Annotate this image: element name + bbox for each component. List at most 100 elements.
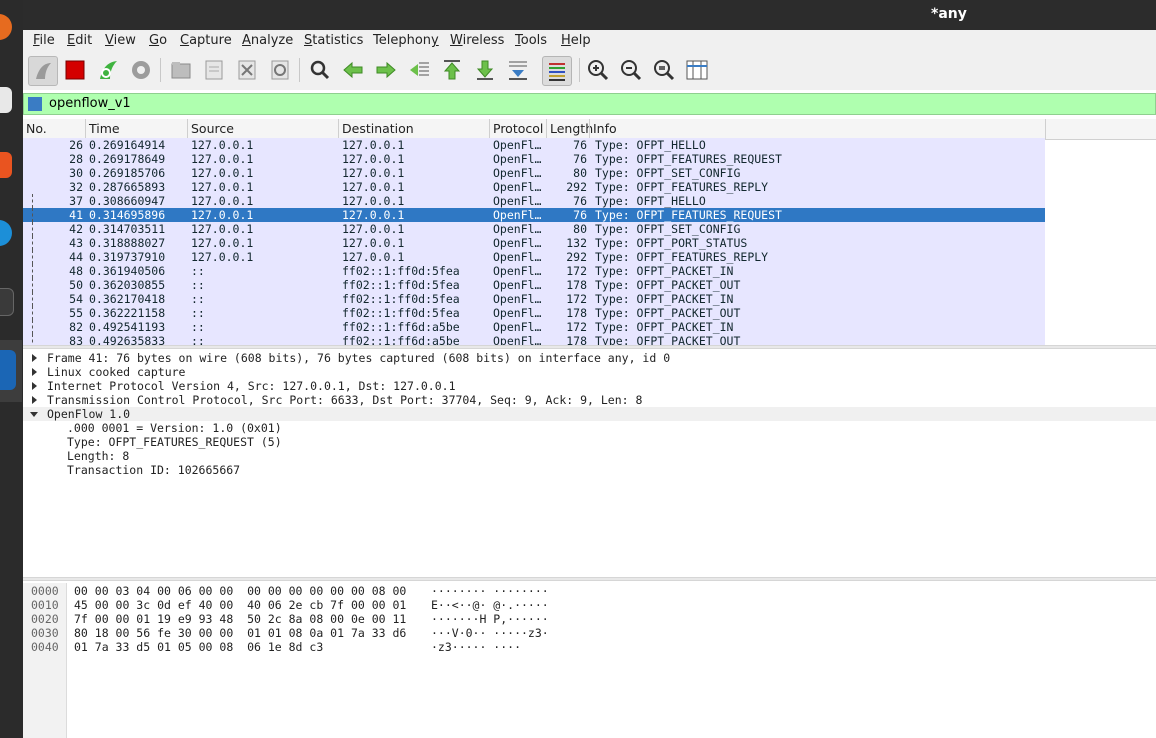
- packet-row[interactable]: 37 0.308660947 127.0.0.1 127.0.0.1 OpenFl… 76…: [23, 194, 1045, 208]
- column-header-protocol[interactable]: Protocol: [493, 121, 543, 136]
- packet-row[interactable]: 32 0.287665893 127.0.0.1 127.0.0.1 OpenFl… 29…: [23, 180, 1045, 194]
- menu-go[interactable]: Go: [149, 33, 167, 48]
- packet-bytes[interactable]: 0000 00 00 03 04 00 06 00 00 00 00 00 00 …: [23, 583, 1156, 738]
- packet-row-selected[interactable]: 41 0.314695896 127.0.0.1 127.0.0.1 OpenFl… 76…: [23, 208, 1045, 222]
- restart-capture-icon[interactable]: [94, 56, 122, 84]
- tree-field[interactable]: Type: OFPT_FEATURES_REQUEST (5): [67, 435, 282, 449]
- column-separator[interactable]: [187, 119, 188, 139]
- menu-statistics[interactable]: Statistics: [304, 33, 363, 48]
- close-file-icon[interactable]: [233, 56, 261, 84]
- menu-view[interactable]: View: [105, 33, 136, 48]
- packet-row[interactable]: 54 0.362170418:: ff02::1:ff0d:5fea OpenFl… 1…: [23, 292, 1045, 306]
- save-file-icon[interactable]: [200, 56, 228, 84]
- packet-details[interactable]: Frame 41: 76 bytes on wire (608 bits), 7…: [23, 350, 1156, 576]
- start-capture-icon[interactable]: [28, 56, 58, 86]
- menu-help[interactable]: Help: [561, 33, 591, 48]
- column-separator[interactable]: [546, 119, 547, 139]
- tree-item[interactable]: Internet Protocol Version 4, Src: 127.0.…: [47, 379, 456, 393]
- packet-row[interactable]: 82 0.492541193:: ff02::1:ff6d:a5be OpenFl… 1…: [23, 320, 1045, 334]
- menu-capture[interactable]: Capture: [180, 33, 232, 48]
- tree-item[interactable]: OpenFlow 1.0: [47, 407, 130, 421]
- display-filter-bar[interactable]: openflow_v1: [23, 93, 1156, 115]
- go-forward-icon[interactable]: [372, 56, 400, 84]
- byte-ascii[interactable]: ········ ········: [431, 584, 549, 598]
- help-icon[interactable]: [0, 220, 12, 246]
- packet-time: 0.269178649: [89, 152, 166, 166]
- menu-tools[interactable]: Tools: [515, 33, 547, 48]
- byte-hex[interactable]: 01 7a 33 d5 01 05 00 08 06 1e 8d c3: [74, 640, 323, 654]
- autoscroll-icon[interactable]: [504, 56, 532, 84]
- column-separator[interactable]: [589, 119, 590, 139]
- column-header-info[interactable]: Info: [593, 121, 617, 136]
- packet-row[interactable]: 83 0.492635833:: ff02::1:ff6d:a5be OpenFl… 1…: [23, 334, 1045, 345]
- packet-list[interactable]: No. Time Source Destination Protocol Len…: [23, 119, 1156, 345]
- software-icon[interactable]: [0, 152, 12, 178]
- column-header-no[interactable]: No.: [26, 121, 47, 136]
- tree-field[interactable]: .000 0001 = Version: 1.0 (0x01): [67, 421, 282, 435]
- byte-ascii[interactable]: E··<··@· @·.·····: [431, 598, 549, 612]
- find-packet-icon[interactable]: [306, 56, 334, 84]
- first-packet-icon[interactable]: [438, 56, 466, 84]
- files-icon[interactable]: [0, 87, 12, 113]
- column-separator[interactable]: [489, 119, 490, 139]
- byte-ascii[interactable]: ·······H P,······: [431, 612, 549, 626]
- byte-hex[interactable]: 80 18 00 56 fe 30 00 00 01 01 08 0a 01 7…: [74, 626, 406, 640]
- tree-item[interactable]: Frame 41: 76 bytes on wire (608 bits), 7…: [47, 351, 670, 365]
- tree-item[interactable]: Linux cooked capture: [47, 365, 185, 379]
- column-header-time[interactable]: Time: [89, 121, 120, 136]
- packet-row[interactable]: 26 0.269164914 127.0.0.1 127.0.0.1 OpenFl… 76…: [23, 138, 1045, 152]
- column-header-source[interactable]: Source: [191, 121, 234, 136]
- reload-file-icon[interactable]: [266, 56, 294, 84]
- display-filter-input[interactable]: openflow_v1: [49, 96, 131, 111]
- menu-analyze[interactable]: Analyze: [242, 33, 293, 48]
- byte-hex[interactable]: 00 00 03 04 00 06 00 00 00 00 00 00 00 0…: [74, 584, 406, 598]
- go-to-packet-icon[interactable]: [405, 56, 433, 84]
- menu-edit[interactable]: Edit: [67, 33, 92, 48]
- expander-right-icon[interactable]: [32, 396, 37, 404]
- packet-no: 55: [69, 306, 83, 320]
- expander-right-icon[interactable]: [32, 382, 37, 390]
- packet-row[interactable]: 42 0.314703511 127.0.0.1 127.0.0.1 OpenFl… 80…: [23, 222, 1045, 236]
- resize-columns-icon[interactable]: [683, 56, 711, 84]
- open-file-icon[interactable]: [167, 56, 195, 84]
- column-header-destination[interactable]: Destination: [342, 121, 414, 136]
- menu-wireless[interactable]: Wireless: [450, 33, 504, 48]
- tree-item[interactable]: Transmission Control Protocol, Src Port:…: [47, 393, 642, 407]
- expander-down-icon[interactable]: [30, 412, 38, 417]
- dock-active-app[interactable]: [0, 340, 22, 402]
- packet-row[interactable]: 50 0.362030855:: ff02::1:ff0d:5fea OpenFl… 1…: [23, 278, 1045, 292]
- packet-row[interactable]: 48 0.361940506:: ff02::1:ff0d:5fea OpenFl… 1…: [23, 264, 1045, 278]
- byte-hex[interactable]: 7f 00 00 01 19 e9 93 48 50 2c 8a 08 00 0…: [74, 612, 406, 626]
- menu-telephony[interactable]: Telephony: [373, 33, 439, 48]
- zoom-out-icon[interactable]: [617, 56, 645, 84]
- bookmark-icon[interactable]: [28, 97, 42, 111]
- packet-row[interactable]: 55 0.362221158:: ff02::1:ff0d:5fea OpenFl… 1…: [23, 306, 1045, 320]
- packet-row[interactable]: 30 0.269185706 127.0.0.1 127.0.0.1 OpenFl… 80…: [23, 166, 1045, 180]
- packet-row[interactable]: 28 0.269178649 127.0.0.1 127.0.0.1 OpenFl… 76…: [23, 152, 1045, 166]
- expander-right-icon[interactable]: [32, 354, 37, 362]
- expander-right-icon[interactable]: [32, 368, 37, 376]
- menu-file[interactable]: File: [33, 33, 55, 48]
- byte-ascii[interactable]: ·z3····· ····: [431, 640, 521, 654]
- packet-row[interactable]: 43 0.318888027 127.0.0.1 127.0.0.1 OpenFl… 13…: [23, 236, 1045, 250]
- column-header-length[interactable]: Length: [550, 121, 593, 136]
- column-separator[interactable]: [338, 119, 339, 139]
- normal-size-icon[interactable]: [650, 56, 678, 84]
- tree-field[interactable]: Length: 8: [67, 449, 129, 463]
- go-back-icon[interactable]: [339, 56, 367, 84]
- packet-row[interactable]: 44 0.319737910 127.0.0.1 127.0.0.1 OpenFl… 29…: [23, 250, 1045, 264]
- column-separator[interactable]: [85, 119, 86, 139]
- last-packet-icon[interactable]: [471, 56, 499, 84]
- byte-hex[interactable]: 45 00 00 3c 0d ef 40 00 40 06 2e cb 7f 0…: [74, 598, 406, 612]
- pane-splitter[interactable]: [23, 577, 1156, 581]
- terminal-icon[interactable]: [0, 288, 14, 316]
- pane-splitter[interactable]: [23, 345, 1156, 349]
- capture-options-icon[interactable]: [127, 56, 155, 84]
- stop-capture-icon[interactable]: [61, 56, 89, 84]
- zoom-in-icon[interactable]: [584, 56, 612, 84]
- byte-ascii[interactable]: ···V·0·· ·····z3·: [431, 626, 549, 640]
- firefox-icon[interactable]: [0, 14, 12, 40]
- column-separator[interactable]: [1045, 119, 1046, 139]
- colorize-icon[interactable]: [542, 56, 572, 86]
- tree-field[interactable]: Transaction ID: 102665667: [67, 463, 240, 477]
